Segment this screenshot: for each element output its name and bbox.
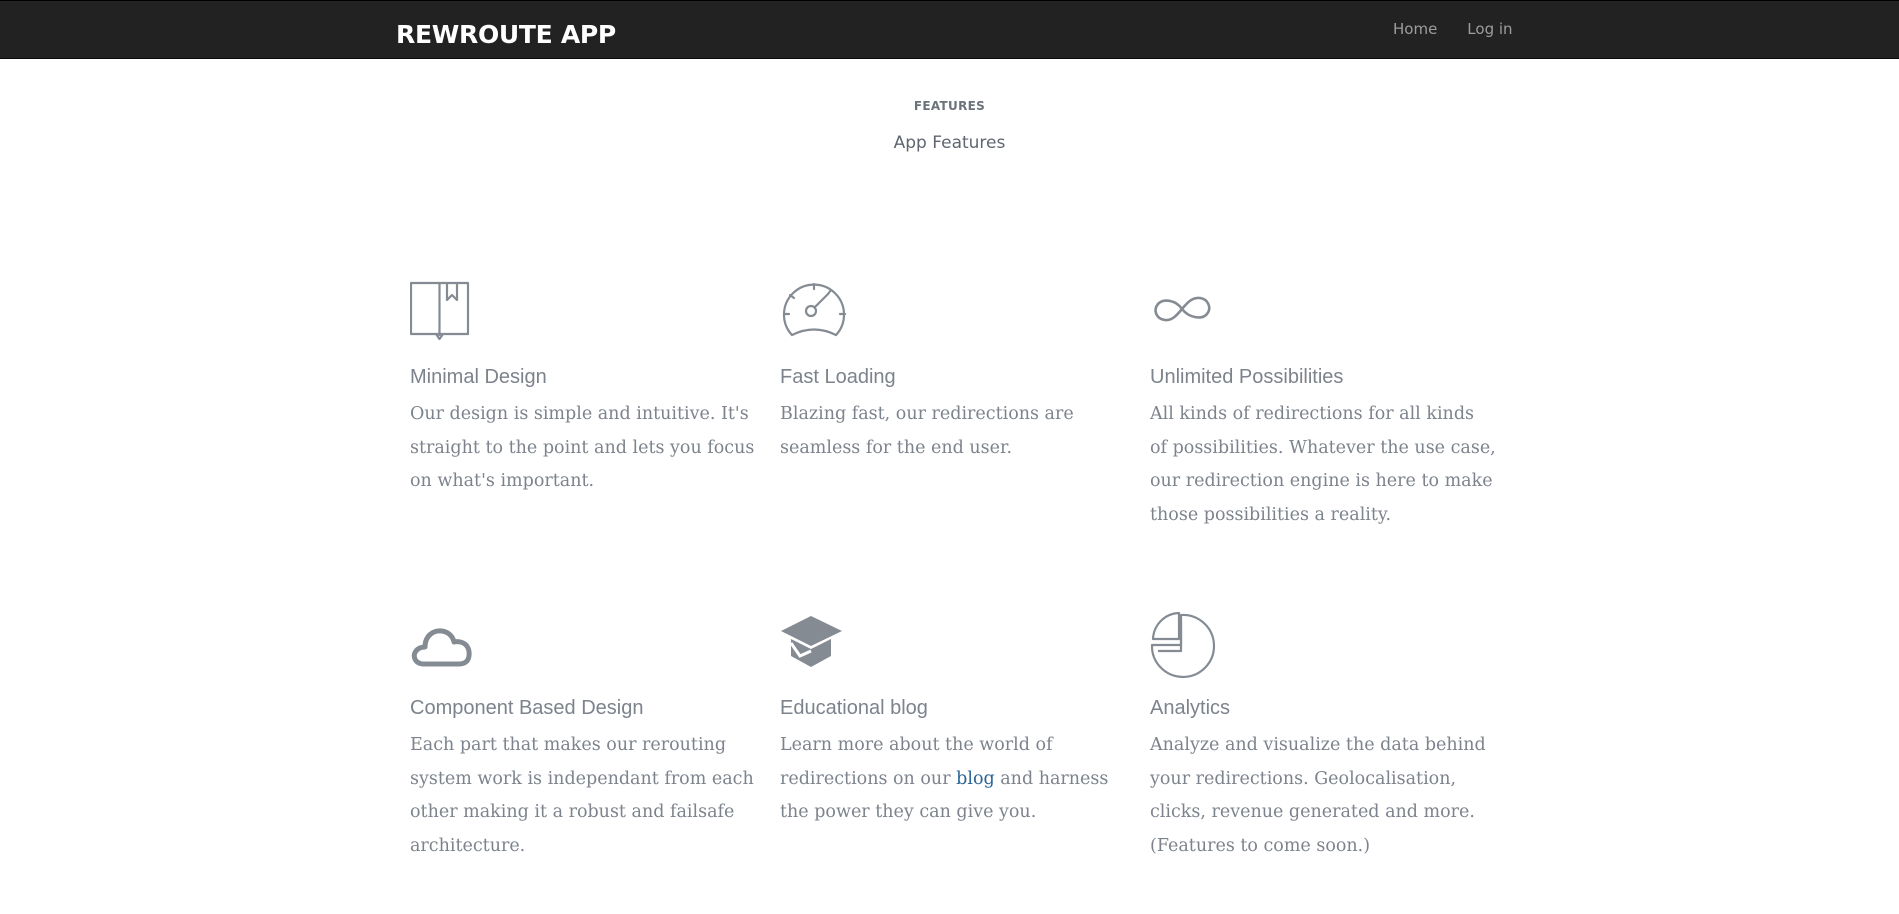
graduation-cap-icon	[781, 616, 842, 667]
feature-description: Blazing fast, our redirections are seaml…	[780, 404, 1074, 458]
feature-description: Each part that makes our rerouting syste…	[410, 735, 754, 857]
cloud-icon	[411, 628, 472, 667]
feature-description: Analyze and visualize the data behind yo…	[1150, 735, 1486, 857]
feature-title: Educational blog	[780, 697, 928, 719]
feature-title: Unlimited Possibilities	[1150, 366, 1344, 388]
feature-description: Our design is simple and intuitive. It's…	[410, 404, 755, 492]
feature-title: Analytics	[1150, 697, 1231, 719]
feature-card-fast-loading: Fast Loading Blazing fast, our redirecti…	[780, 280, 1130, 458]
nav-links: Home Log in	[1393, 19, 1513, 39]
nav-link-home[interactable]: Home	[1393, 19, 1437, 39]
section-title: App Features	[893, 133, 1006, 153]
top-navbar: REWROUTE APP Home Log in	[0, 0, 1899, 59]
feature-description: All kinds of redirections for all kinds …	[1150, 404, 1496, 526]
book-icon	[410, 281, 470, 341]
brand-logo-link[interactable]: REWROUTE APP	[396, 19, 616, 51]
pie-chart-icon	[1150, 611, 1216, 679]
feature-title: Minimal Design	[410, 366, 547, 388]
speedometer-icon	[782, 282, 847, 337]
feature-card-minimal-design: Minimal Design Our design is simple and …	[410, 280, 760, 491]
infinity-icon	[1154, 296, 1211, 322]
feature-description: Learn more about the world of redirectio…	[780, 729, 1126, 830]
feature-card-educational-blog: Educational blog Learn more about the wo…	[780, 611, 1130, 822]
feature-card-unlimited-possibilities: Unlimited Possibilities All kinds of red…	[1150, 280, 1500, 525]
blog-link[interactable]: blog	[956, 769, 995, 789]
feature-title: Fast Loading	[780, 366, 896, 388]
nav-link-login[interactable]: Log in	[1467, 19, 1512, 39]
feature-title: Component Based Design	[410, 697, 644, 719]
feature-card-component-based-design: Component Based Design Each part that ma…	[410, 611, 760, 856]
feature-card-analytics: Analytics Analyze and visualize the data…	[1150, 611, 1500, 856]
section-kicker: FEATURES	[913, 99, 986, 113]
